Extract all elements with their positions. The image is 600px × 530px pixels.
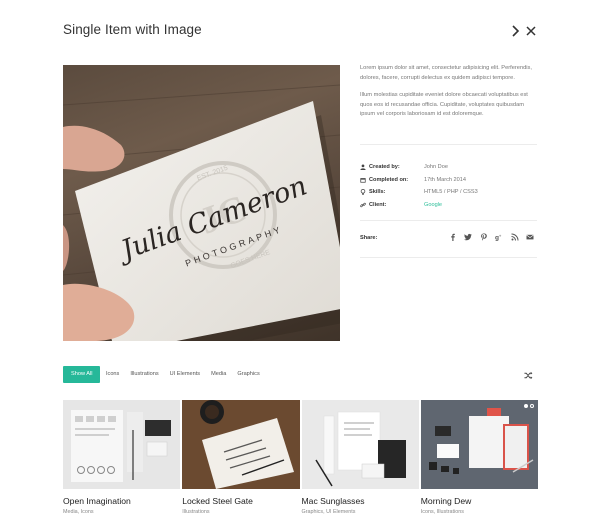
svg-text:+: + — [499, 234, 502, 239]
filter-show-all[interactable]: Show All — [63, 366, 101, 383]
share-icons: g + — [449, 233, 535, 241]
chevron-right-icon — [512, 25, 520, 37]
client-link[interactable]: Google — [424, 202, 442, 208]
google-plus-icon[interactable]: g + — [495, 233, 503, 242]
modal-header: Single Item with Image — [63, 22, 538, 42]
portfolio-item-title[interactable]: Open Imagination — [63, 496, 180, 506]
meta-label: Completed on: — [369, 176, 409, 183]
page-title: Single Item with Image — [63, 22, 202, 37]
slider-dot[interactable] — [530, 404, 534, 408]
portfolio-item-categories: Illustrations — [182, 509, 210, 515]
description-paragraph: Illum molestias cupiditate eveniet dolor… — [360, 92, 528, 117]
portfolio-item-title[interactable]: Locked Steel Gate — [182, 496, 299, 506]
description-paragraph: Lorem ipsum dolor sit amet, consectetur … — [360, 65, 532, 81]
filter-media[interactable]: Media — [206, 366, 232, 383]
portfolio-grid: Open Imagination Media, Icons Locked Ste… — [63, 400, 538, 530]
meta-value: HTML5 / PHP / CSS3 — [424, 189, 478, 196]
share-bar: Share: g + — [360, 232, 538, 246]
meta-row-created-by: Created by: John Doe — [360, 161, 538, 174]
portfolio-thumbnail — [301, 400, 419, 489]
share-label: Share: — [360, 235, 378, 241]
portfolio-item-title[interactable]: Mac Sunglasses — [302, 496, 419, 506]
user-icon — [360, 164, 366, 171]
filter-illustrations[interactable]: Illustrations — [125, 366, 164, 383]
portfolio-thumbnail — [182, 400, 300, 489]
filter-icons[interactable]: Icons — [100, 366, 124, 383]
divider — [360, 220, 537, 221]
portfolio-item-categories: Icons, Illustrations — [420, 509, 464, 515]
calendar-icon — [360, 177, 366, 183]
portfolio-item-title[interactable]: Morning Dew — [421, 496, 538, 506]
meta-row-client: Client: Google — [360, 199, 538, 212]
close-icon — [526, 26, 536, 36]
facebook-icon[interactable] — [449, 233, 457, 241]
portfolio-item-categories: Graphics, UI Elements — [301, 509, 356, 515]
pinterest-icon[interactable] — [480, 233, 488, 241]
lightbulb-icon — [360, 189, 366, 196]
project-image: JC EST. 2015 GOES HERE Julia Cameron PHO… — [63, 65, 340, 341]
rss-icon[interactable] — [510, 233, 519, 241]
filter-graphics[interactable]: Graphics — [232, 366, 265, 383]
project-meta: Created by: John Doe Completed on: 17th … — [360, 161, 538, 211]
meta-row-skills: Skills: HTML5 / PHP / CSS3 — [360, 186, 538, 199]
filter-ui-elements[interactable]: UI Elements — [164, 366, 205, 383]
portfolio-item[interactable]: Morning Dew Icons, Illustrations — [420, 400, 538, 530]
meta-value: 17th March 2014 — [424, 176, 466, 183]
meta-label: Skills: — [369, 189, 386, 196]
portfolio-item-categories: Media, Icons — [63, 509, 94, 515]
shuffle-button[interactable] — [524, 371, 533, 380]
slider-dots — [524, 404, 534, 408]
link-icon — [360, 202, 366, 208]
portfolio-item[interactable]: Locked Steel Gate Illustrations — [182, 400, 300, 530]
slider-dot-active[interactable] — [524, 404, 528, 408]
meta-row-completed-on: Completed on: 17th March 2014 — [360, 174, 538, 187]
portfolio-thumbnail — [420, 400, 538, 489]
meta-value: John Doe — [424, 164, 448, 171]
portfolio-item[interactable]: Mac Sunglasses Graphics, UI Elements — [301, 400, 419, 530]
project-description: Lorem ipsum dolor sit amet, consectetur … — [360, 64, 540, 120]
next-button[interactable] — [508, 24, 522, 38]
shuffle-icon — [524, 371, 533, 380]
twitter-icon[interactable] — [464, 233, 472, 241]
portfolio-filters: Show All Icons Illustrations UI Elements… — [63, 366, 265, 383]
portfolio-item[interactable]: Open Imagination Media, Icons — [63, 400, 181, 530]
email-icon[interactable] — [526, 233, 534, 241]
close-button[interactable] — [524, 24, 538, 38]
divider — [360, 144, 537, 145]
meta-label: Client: — [369, 201, 387, 208]
meta-label: Created by: — [369, 164, 400, 171]
portfolio-thumbnail — [63, 400, 181, 489]
divider — [360, 257, 537, 258]
